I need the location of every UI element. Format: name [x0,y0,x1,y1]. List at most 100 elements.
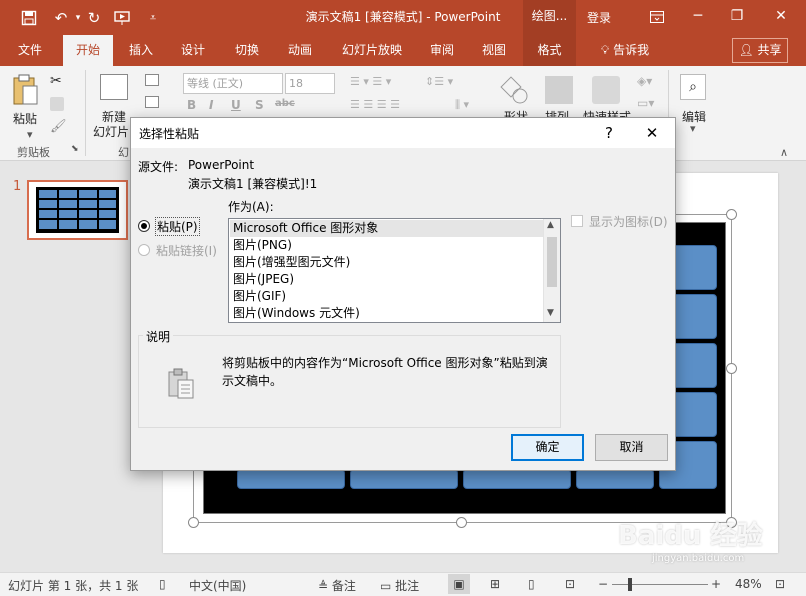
dialog-close-button[interactable]: ✕ [640,122,664,144]
new-slide-icon[interactable] [100,74,128,100]
list-item[interactable]: 图片(PNG) [230,237,543,254]
fit-slide-icon[interactable]: ⊡ [775,577,785,591]
redo-icon[interactable]: ↻ [83,7,105,29]
clipboard-group-label: 剪贴板 [17,146,50,159]
slide-sorter-icon[interactable]: ⊞ [490,577,500,591]
zoom-out-icon[interactable]: − [598,577,608,591]
collapse-ribbon-icon[interactable]: ∧ [780,146,788,159]
quick-styles-icon[interactable] [592,76,620,104]
slide-thumbnail[interactable] [27,180,128,240]
tab-review[interactable]: 审阅 [419,35,465,66]
paste-dropdown-icon[interactable]: ▾ [27,128,33,141]
list-item[interactable]: 图片(增强型图元文件) [230,254,543,271]
bullet-list-icon[interactable]: ☰ ▾ ☰ ▾ [350,75,410,89]
slideshow-view-icon[interactable]: ⊡ [565,577,575,591]
listbox-scrollbar[interactable]: ▲ ▼ [543,219,560,322]
strikethrough-button[interactable]: abc [275,98,295,109]
restore-button[interactable]: ❐ [718,0,756,35]
scroll-up-icon[interactable]: ▲ [547,220,554,230]
format-painter-icon[interactable]: 🖌︎ [50,119,67,134]
line-spacing-icon[interactable]: ⇕☰ ▾ [425,75,453,88]
comments-button[interactable]: ▭ 批注 [380,577,419,594]
tab-design[interactable]: 设计 [170,35,216,66]
reading-view-icon[interactable]: ▯ [528,577,535,591]
zoom-slider[interactable] [612,584,708,585]
tell-me-search[interactable]: 💡︎ 告诉我 [593,35,657,66]
columns-icon[interactable]: ⫼ ▾ [455,98,469,112]
notes-button[interactable]: ≜ 备注 [318,577,356,594]
paste-radio-label[interactable]: 粘贴(P) [155,217,200,236]
tab-slideshow[interactable]: 幻灯片放映 [334,35,410,66]
layout-icon[interactable] [145,74,159,86]
close-button[interactable]: ✕ [762,0,800,35]
title-bar: ↶ ▾ ↻ ⩡ 演示文稿1 [兼容模式] - PowerPoint 绘图... … [0,0,806,35]
person-icon: 👤︎ [738,43,754,57]
paste-link-radio[interactable] [138,244,150,256]
shapes-icon[interactable] [500,76,530,106]
tab-insert[interactable]: 插入 [118,35,164,66]
comments-label: 批注 [395,579,420,593]
underline-button[interactable]: U [231,98,241,112]
ok-button[interactable]: 确定 [511,434,584,461]
align-icons[interactable]: ☰ ☰ ☰ ☰ [350,98,400,111]
language-indicator[interactable]: 中文(中国) [189,577,246,594]
spellcheck-icon[interactable]: ▯ [159,577,166,591]
paste-icon[interactable] [11,73,41,109]
tab-transitions[interactable]: 切换 [224,35,270,66]
list-item[interactable]: 图片(GIF) [230,288,543,305]
tab-view[interactable]: 视图 [471,35,517,66]
cancel-button[interactable]: 取消 [595,434,668,461]
scroll-thumb[interactable] [547,237,557,287]
resize-handle[interactable] [726,209,737,220]
paste-link-label[interactable]: 粘贴链接(I) [156,242,217,259]
bold-button[interactable]: B [187,98,196,112]
search-icon[interactable]: ⌕ [680,74,706,100]
resize-handle[interactable] [456,517,467,528]
comment-icon: ▭ [380,579,392,593]
font-size-combo[interactable]: 18 [285,73,335,94]
cut-icon[interactable]: ✂ [50,73,62,89]
font-name-combo[interactable]: 等线 (正文) [183,73,283,94]
arrange-icon[interactable] [545,76,573,104]
italic-button[interactable]: I [209,98,213,112]
clipboard-launcher-icon[interactable]: ⬊ [71,144,79,154]
resize-handle[interactable] [726,363,737,374]
slideshow-from-start-icon[interactable] [112,7,134,29]
shadow-button[interactable]: S [255,98,264,112]
customize-qat-icon[interactable]: ⩡ [142,7,164,29]
share-button[interactable]: 👤︎ 共享 [732,38,788,63]
save-icon[interactable] [18,7,40,29]
scroll-down-icon[interactable]: ▼ [547,308,554,318]
edit-dropdown-icon[interactable]: ▾ [690,122,696,135]
list-item[interactable]: Microsoft Office 图形对象 [230,220,543,237]
paste-as-listbox[interactable]: Microsoft Office 图形对象 图片(PNG) 图片(增强型图元文件… [228,218,561,323]
notes-icon: ≜ [318,579,329,593]
paste-radio[interactable] [138,220,150,232]
list-item[interactable]: 图片(Windows 元文件) [230,305,543,322]
zoom-slider-thumb[interactable] [628,578,632,591]
display-as-icon-label[interactable]: 显示为图标(D) [589,213,668,230]
normal-view-icon[interactable]: ▣ [448,574,470,594]
list-item[interactable]: 图片(JPEG) [230,271,543,288]
tab-file[interactable]: 文件 [6,35,54,66]
source-label: 源文件: [138,160,179,174]
description-text-2: 示文稿中。 [222,374,283,388]
shape-outline-icon[interactable]: ▭▾ [637,96,654,110]
resize-handle[interactable] [188,517,199,528]
paste-label[interactable]: 粘贴 [13,110,37,127]
display-as-icon-checkbox[interactable] [571,215,583,227]
shape-fill-icon[interactable]: ◈▾ [637,74,652,88]
help-button[interactable]: ? [597,122,621,144]
minimize-button[interactable]: ─ [679,0,717,35]
tab-home[interactable]: 开始 [63,35,113,66]
zoom-level[interactable]: 48% [735,577,762,591]
tab-animations[interactable]: 动画 [277,35,323,66]
login-link[interactable]: 登录 [587,9,611,26]
reset-icon[interactable] [145,96,159,108]
ribbon-display-options-icon[interactable] [638,0,676,35]
tab-format[interactable]: 格式 [523,35,576,66]
copy-icon[interactable] [50,97,64,111]
drawing-tools-context: 绘图... [523,0,576,35]
new-slide-label-2[interactable]: 幻灯片 [93,123,129,140]
zoom-in-icon[interactable]: + [711,577,721,591]
